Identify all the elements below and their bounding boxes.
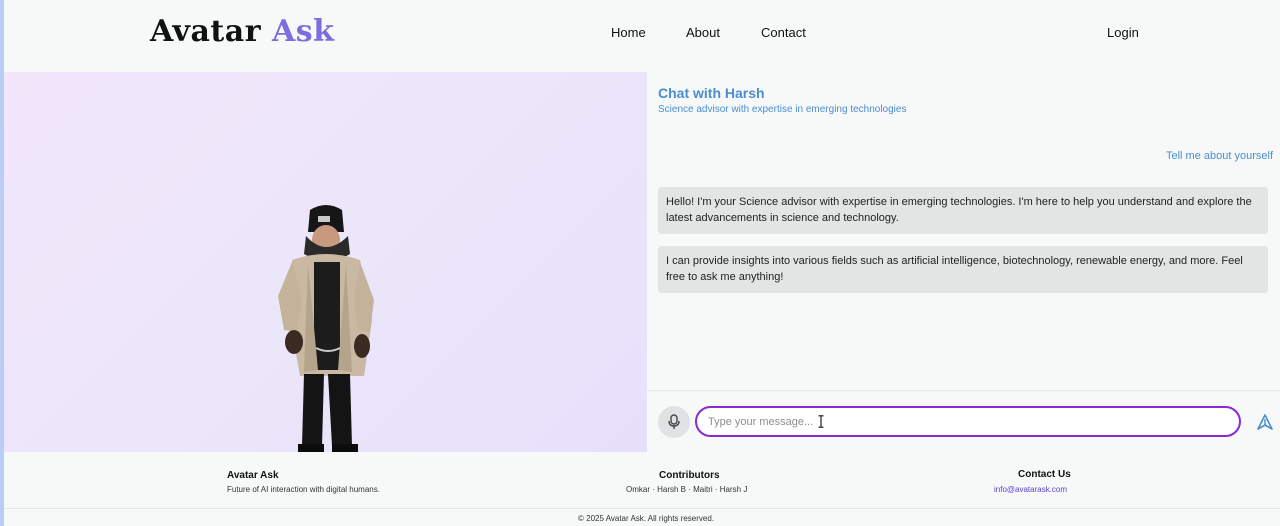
nav-home-link[interactable]: Home [611, 25, 646, 40]
microphone-icon [668, 414, 680, 429]
footer-contact-title: Contact Us [1018, 469, 1071, 480]
message-input[interactable] [695, 406, 1241, 437]
page-footer: Avatar Ask Future of AI interaction with… [4, 452, 1280, 526]
bot-message: Hello! I'm your Science advisor with exp… [658, 187, 1268, 234]
footer-contributors-list: Omkar · Harsh B · Maitri · Harsh J [626, 485, 748, 494]
bot-message: I can provide insights into various fiel… [658, 246, 1268, 293]
avatar-character [278, 205, 374, 452]
footer-brand-tagline: Future of AI interaction with digital hu… [227, 485, 380, 494]
send-icon[interactable] [1256, 413, 1274, 431]
chat-panel: Chat with Harsh Science advisor with exp… [647, 72, 1280, 452]
chat-subtitle: Science advisor with expertise in emergi… [658, 104, 907, 115]
nav-contact-link[interactable]: Contact [761, 25, 806, 40]
brand-main-text: Avatar [150, 14, 262, 49]
input-divider [647, 390, 1280, 391]
login-link[interactable]: Login [1107, 25, 1139, 40]
brand-accent-text: Ask [272, 14, 335, 49]
avatar-viewport[interactable] [4, 72, 647, 452]
nav-about-link[interactable]: About [686, 25, 720, 40]
text-cursor-icon [818, 415, 824, 428]
footer-contact-email[interactable]: info@avatarask.com [994, 485, 1067, 494]
copyright-text: © 2025 Avatar Ask. All rights reserved. [578, 514, 715, 523]
user-message: Tell me about yourself [1166, 150, 1273, 162]
footer-divider [4, 508, 1280, 509]
brand-logo[interactable]: Avatar Ask [150, 14, 334, 49]
footer-contributors-title: Contributors [659, 470, 720, 481]
microphone-button[interactable] [658, 406, 690, 438]
footer-brand-title: Avatar Ask [227, 470, 279, 481]
top-header: Avatar Ask Home About Contact Login [4, 0, 1280, 72]
chat-title: Chat with Harsh [658, 85, 765, 101]
